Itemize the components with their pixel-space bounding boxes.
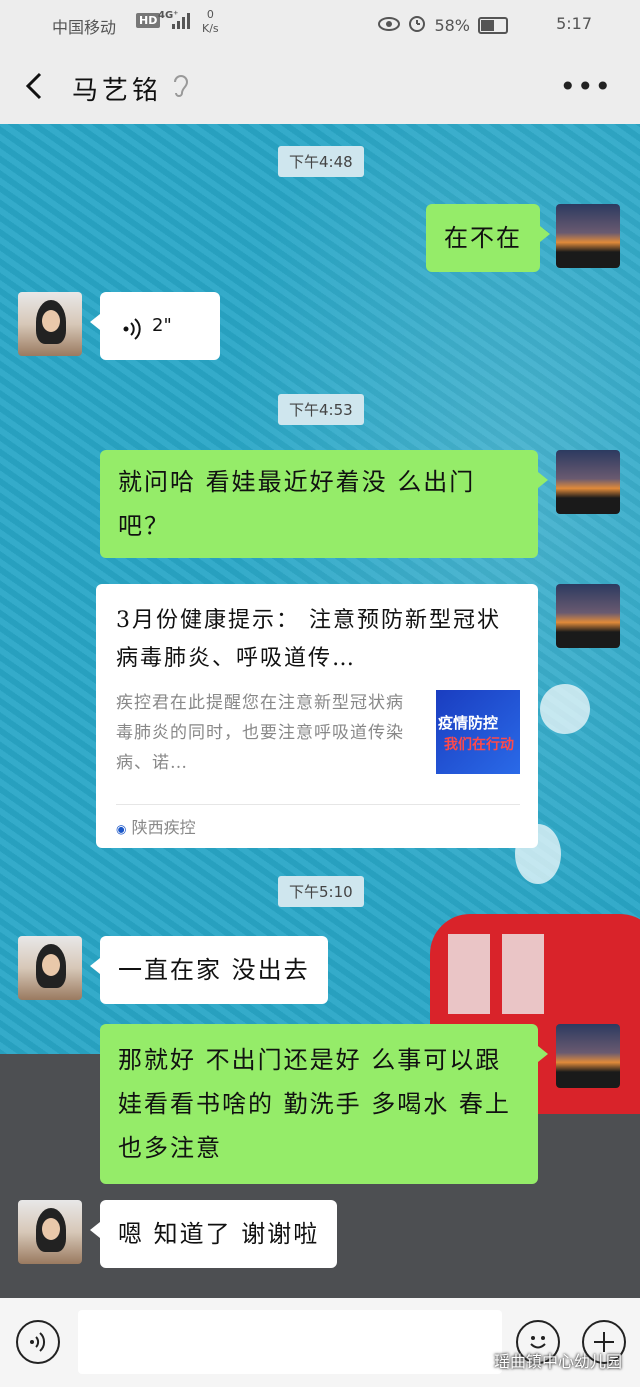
- my-avatar[interactable]: [556, 450, 620, 514]
- chevron-left-icon[interactable]: [20, 70, 52, 102]
- voice-message-bubble[interactable]: 2": [90, 292, 220, 360]
- battery-percent: 58%: [434, 15, 470, 35]
- status-bar: 中国移动 HD 4G⁺ 0 K/s 58% 5:17: [0, 0, 640, 50]
- article-title: 3月份健康提示： 注意预防新型冠状病毒肺炎、呼吸道传…: [116, 608, 501, 671]
- my-avatar[interactable]: [556, 204, 620, 268]
- contact-name: 马艺铭: [72, 76, 163, 106]
- battery-icon: [478, 16, 508, 34]
- article-description: 疾控君在此提醒您在注意新型冠状病毒肺炎的同时，也要注意呼吸道传染病、诺…: [116, 693, 404, 773]
- timestamp: 下午4:48: [278, 146, 364, 177]
- message-bubble-sent[interactable]: 在不在: [426, 204, 550, 272]
- chat-header: 马艺铭 •••: [0, 50, 640, 124]
- status-icons: 58%: [378, 14, 508, 36]
- clock: 5:17: [556, 14, 592, 33]
- my-avatar[interactable]: [556, 584, 620, 648]
- voice-icon: [122, 314, 144, 358]
- message-input[interactable]: [78, 1310, 502, 1374]
- source-label: 陕西疾控: [131, 818, 196, 837]
- net-speed: 0 K/s: [202, 8, 219, 35]
- watermark: 瑶曲镇中心幼儿园: [493, 1352, 622, 1371]
- article-thumbnail: 疫情防控 我们在行动: [436, 690, 520, 774]
- article-source: ◉ 陕西疾控: [116, 814, 196, 838]
- alarm-icon: [408, 14, 426, 36]
- voice-icon[interactable]: [16, 1320, 60, 1364]
- voice-duration: 2": [152, 315, 172, 336]
- my-avatar[interactable]: [556, 1024, 620, 1088]
- message-bubble-received[interactable]: 嗯 知道了 谢谢啦: [89, 1200, 338, 1268]
- contact-avatar[interactable]: [18, 936, 82, 1000]
- more-dots-icon[interactable]: •••: [559, 70, 612, 103]
- input-bar: 瑶曲镇中心幼儿园: [0, 1298, 640, 1387]
- contact-avatar[interactable]: [18, 292, 82, 356]
- signal-icon: [172, 13, 194, 33]
- eye-icon: [378, 16, 401, 35]
- divider: [116, 804, 520, 805]
- thumbnail-subtext: 我们在行动: [444, 737, 514, 753]
- earpiece-mode-icon: [170, 74, 190, 103]
- hd-badge: HD: [136, 13, 161, 28]
- message-bubble-received[interactable]: 一直在家 没出去: [90, 936, 328, 1004]
- contact-avatar[interactable]: [18, 1200, 82, 1264]
- message-bubble-sent[interactable]: 那就好 不出门还是好 么事可以跟娃看看书啥的 勤洗手 多喝水 春上也多注意: [100, 1024, 548, 1184]
- timestamp: 下午5:10: [278, 876, 364, 907]
- thumbnail-text: 疫情防控: [438, 714, 499, 732]
- carrier-label: 中国移动: [52, 18, 117, 37]
- background-cloud: [540, 684, 590, 734]
- source-logo-icon: ◉: [116, 822, 127, 836]
- message-bubble-sent[interactable]: 就问哈 看娃最近好着没 么出门吧？: [100, 450, 548, 558]
- article-card[interactable]: 3月份健康提示： 注意预防新型冠状病毒肺炎、呼吸道传… 疾控君在此提醒您在注意新…: [96, 584, 538, 848]
- timestamp: 下午4:53: [278, 394, 364, 425]
- chat-area[interactable]: 下午4:48 在不在 2" 下午4:53 就问哈 看娃最近好着没 么出门吧？ 3…: [0, 124, 640, 1298]
